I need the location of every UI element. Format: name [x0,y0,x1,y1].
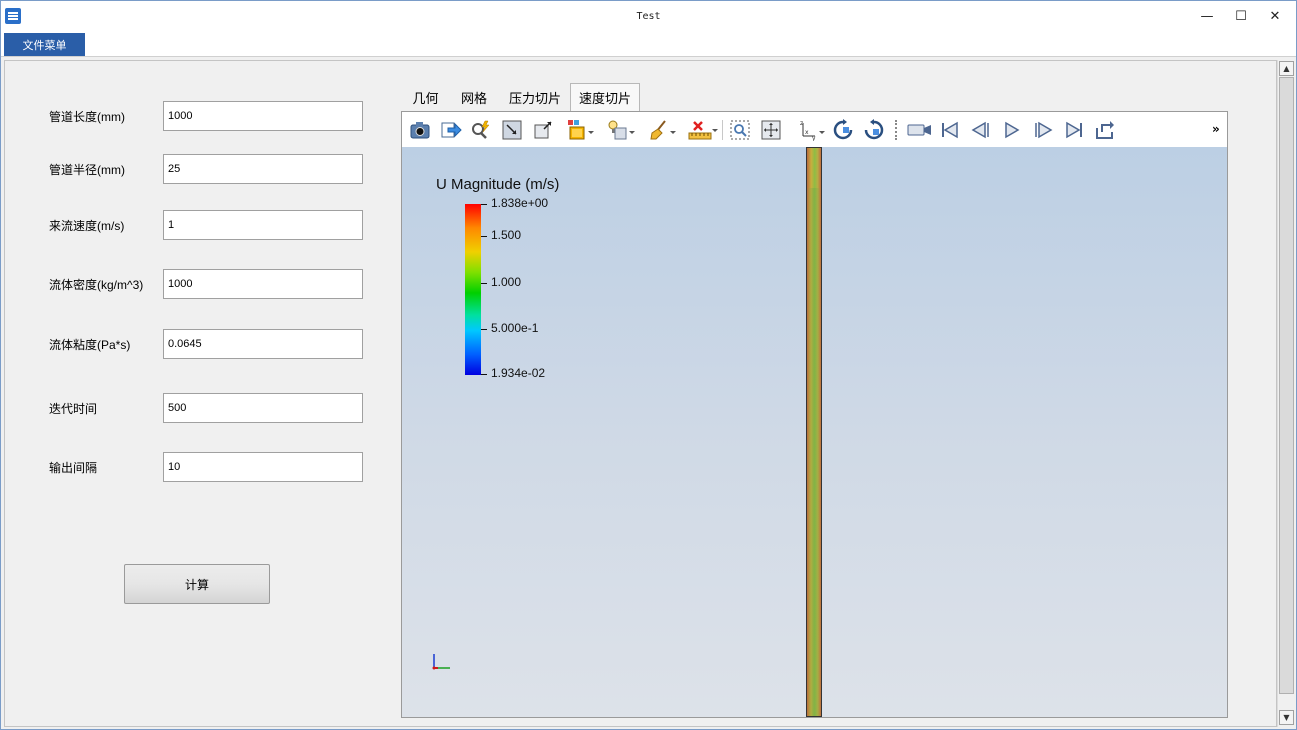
minimize-button[interactable]: — [1192,5,1222,27]
pipe-length-input[interactable]: 1000 [163,101,363,131]
zoom-to-data-icon[interactable] [532,119,554,141]
rotate-cw-icon[interactable] [832,119,854,141]
fluid-density-input[interactable]: 1000 [163,269,363,299]
ruler-icon[interactable] [688,119,718,141]
pipe-radius-input[interactable]: 25 [163,154,363,184]
velocity-slice-pipe [806,147,822,717]
colorbar-title: U Magnitude (m/s) [436,176,560,193]
menu-bar: 文件菜单 [1,32,1296,57]
camera-icon[interactable] [409,119,431,141]
colorbar-tick-label: 5.000e-1 [491,321,539,335]
next-frame-icon[interactable] [1032,119,1054,141]
video-camera-icon[interactable] [907,119,933,141]
fluid-viscosity-input[interactable]: 0.0645 [163,329,363,359]
fluid-viscosity-label: 流体粘度(Pa*s) [49,338,131,352]
svg-text:z: z [800,120,803,127]
last-frame-icon[interactable] [1063,119,1085,141]
iteration-time-input[interactable]: 500 [163,393,363,423]
color-settings-icon[interactable] [567,119,597,141]
zoom-box-icon[interactable] [729,119,751,141]
scroll-up-arrow-icon[interactable]: ▲ [1279,61,1294,76]
svg-text:y: y [812,135,816,141]
lighting-icon[interactable] [607,119,637,141]
export-icon[interactable] [440,119,462,141]
view-toolbar: zxy » [402,112,1227,147]
colorbar-tick-label: 1.500 [491,228,522,242]
content-area: 管道长度(mm) 1000 管道半径(mm) 25 来流速度(m/s) 1 流体… [4,60,1277,727]
render-viewport[interactable]: U Magnitude (m/s) 1.838e+00 1.500 1.000 … [402,147,1227,717]
toolbar-overflow-button[interactable]: » [1212,122,1220,136]
iteration-time-label: 迭代时间 [49,402,98,416]
maximize-button[interactable]: ☐ [1226,5,1256,27]
main-window: Test — ☐ ✕ 文件菜单 管道长度(mm) 1000 管道半径(mm) 2… [0,0,1297,730]
inlet-velocity-label: 来流速度(m/s) [49,219,125,233]
render-panel: zxy » U Magnitude (m/s) 1.838e+00 1.500 … [401,111,1228,718]
tab-mesh[interactable]: 网格 [449,83,499,111]
reset-camera-icon[interactable] [501,119,523,141]
colorbar-tick [481,374,487,375]
toolbar-separator [722,120,723,140]
close-button[interactable]: ✕ [1260,5,1290,27]
orientation-axes-icon [432,654,450,670]
toolbar-separator [895,120,897,140]
tab-pressure-slice[interactable]: 压力切片 [500,83,570,111]
zoom-spark-icon[interactable] [470,119,492,141]
axes-orientation-icon[interactable]: zxy [797,119,827,141]
colorbar-tick-label: 1.000 [491,275,522,289]
colorbar-tick [481,236,487,237]
pipe-length-label: 管道长度(mm) [49,110,125,124]
output-interval-label: 输出间隔 [49,461,98,475]
inlet-velocity-input[interactable]: 1 [163,210,363,240]
prev-frame-icon[interactable] [970,119,992,141]
colorbar-tick [481,283,487,284]
menu-file[interactable]: 文件菜单 [4,33,85,56]
colorbar [465,204,481,375]
clear-icon[interactable] [648,119,678,141]
colorbar-tick-label-max: 1.838e+00 [491,196,549,210]
title-bar[interactable]: Test — ☐ ✕ [1,1,1296,32]
colorbar-tick-label-min: 1.934e-02 [491,366,546,380]
first-frame-icon[interactable] [939,119,961,141]
rotate-ccw-icon[interactable] [863,119,885,141]
output-interval-input[interactable]: 10 [163,452,363,482]
vertical-scrollbar[interactable]: ▲ ▼ [1277,60,1294,727]
tab-velocity-slice[interactable]: 速度切片 [570,83,640,111]
pick-center-icon[interactable] [760,119,782,141]
fluid-density-label: 流体密度(kg/m^3) [49,278,144,292]
scroll-down-arrow-icon[interactable]: ▼ [1279,710,1294,725]
colorbar-tick [481,204,487,205]
scrollbar-thumb[interactable] [1279,77,1294,694]
pipe-radius-label: 管道半径(mm) [49,163,125,177]
calculate-button[interactable]: 计算 [124,564,270,604]
colorbar-tick [481,329,487,330]
tab-geometry[interactable]: 几何 [403,83,448,111]
loop-icon[interactable] [1094,119,1116,141]
svg-text:x: x [805,129,809,136]
window-title: Test [636,11,661,22]
play-icon[interactable] [1001,119,1023,141]
